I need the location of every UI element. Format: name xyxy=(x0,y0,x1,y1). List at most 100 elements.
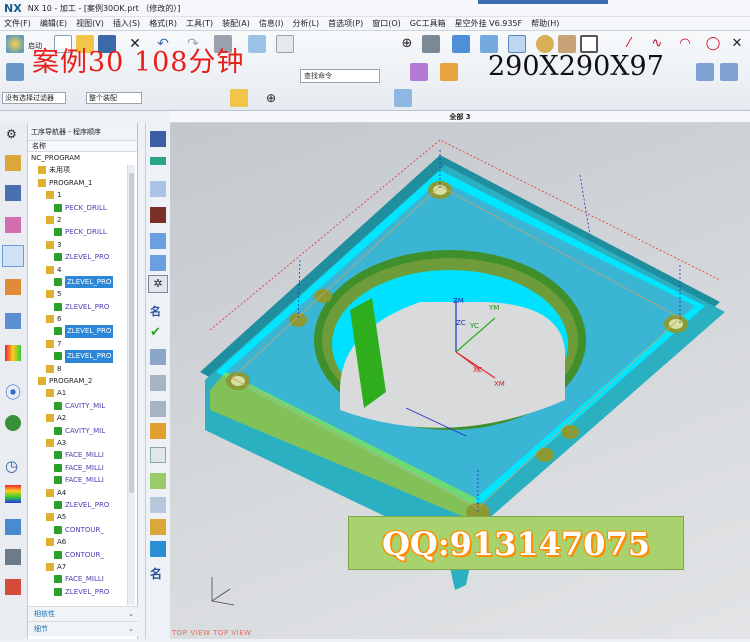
table-icon[interactable] xyxy=(150,473,166,489)
copy-icon[interactable] xyxy=(248,35,266,53)
menu-item[interactable]: GC工具箱 xyxy=(410,18,446,29)
block-icon[interactable] xyxy=(440,63,458,81)
tree-row[interactable]: 6 xyxy=(28,313,137,325)
tree-root[interactable]: NC_PROGRAM xyxy=(28,152,137,164)
verify-icon[interactable]: ✔ xyxy=(150,325,161,340)
surface-icon[interactable] xyxy=(696,63,714,81)
tree-row[interactable]: A2 xyxy=(28,412,137,424)
menu-item[interactable]: 信息(I) xyxy=(259,18,284,29)
menu-item[interactable]: 首选项(P) xyxy=(328,18,363,29)
create-program-icon[interactable] xyxy=(6,63,24,81)
shop-doc-icon[interactable] xyxy=(150,401,166,417)
view-cube-icon[interactable] xyxy=(452,35,470,53)
circle-icon[interactable]: ◯ xyxy=(704,35,722,53)
tree-row[interactable]: FACE_MILLI xyxy=(28,573,137,585)
dependency-tab[interactable]: 相依性 ⌄ xyxy=(28,606,138,621)
tree-row[interactable]: 4 xyxy=(28,264,137,276)
analysis-icon[interactable] xyxy=(5,485,21,503)
tree-row[interactable]: CAVITY_MIL xyxy=(28,425,137,437)
settings-icon[interactable]: ⚙ xyxy=(6,127,17,141)
tree-row[interactable]: 8 xyxy=(28,363,137,375)
tree-row[interactable]: CAVITY_MIL xyxy=(28,400,137,412)
menu-item[interactable]: 编辑(E) xyxy=(40,18,67,29)
create-geometry-icon[interactable] xyxy=(150,157,166,165)
assembly-scope-select[interactable]: 整个装配 xyxy=(86,92,142,104)
menu-item[interactable]: 视图(V) xyxy=(76,18,104,29)
start-icon[interactable] xyxy=(6,35,24,53)
arc-icon[interactable]: ◠ xyxy=(676,35,694,53)
history-icon[interactable] xyxy=(5,415,21,431)
robot-icon[interactable] xyxy=(5,549,21,565)
web-browser-icon[interactable]: ⦿ xyxy=(5,379,21,403)
details-tab[interactable]: 细节 ⌄ xyxy=(28,621,138,636)
tool-holder-icon[interactable] xyxy=(150,519,166,535)
create-method-icon[interactable] xyxy=(150,181,166,197)
rename-bold-icon[interactable]: 名 xyxy=(150,565,162,582)
create-operation-icon[interactable] xyxy=(150,207,166,223)
paste-icon[interactable] xyxy=(276,35,294,53)
menu-item[interactable]: 文件(F) xyxy=(4,18,31,29)
menu-item[interactable]: 窗口(O) xyxy=(372,18,401,29)
transform-icon[interactable] xyxy=(150,541,166,557)
assembly-navigator-icon[interactable] xyxy=(5,279,21,295)
navigator-scrollbar[interactable] xyxy=(127,165,135,605)
tree-row[interactable]: 7 xyxy=(28,338,137,350)
create-tool-icon[interactable] xyxy=(150,131,166,147)
menu-item[interactable]: 插入(S) xyxy=(113,18,140,29)
zoom-icon[interactable]: ⊕ xyxy=(398,35,416,53)
role-icon[interactable] xyxy=(5,579,21,595)
library-icon[interactable] xyxy=(5,345,21,361)
tree-row[interactable]: FACE_MILLI xyxy=(28,449,137,461)
snap-cube-icon[interactable] xyxy=(394,89,412,107)
point-icon[interactable]: ✕ xyxy=(728,35,746,53)
tree-row[interactable]: ZLEVEL_PRO xyxy=(28,251,137,263)
tree-row[interactable]: ZLEVEL_PRO xyxy=(28,350,137,363)
menu-item[interactable]: 帮助(H) xyxy=(531,18,559,29)
tree-row[interactable]: A3 xyxy=(28,437,137,449)
scroll-thumb[interactable] xyxy=(129,173,134,493)
list-icon[interactable] xyxy=(150,497,166,513)
tree-row[interactable]: PECK_DRILL xyxy=(28,202,137,214)
tree-row[interactable]: CONTOUR_ xyxy=(28,524,137,536)
machine-tool-icon[interactable] xyxy=(5,155,21,171)
tree-row[interactable]: A1 xyxy=(28,387,137,399)
selection-filter-select[interactable]: 没有选择过滤器 xyxy=(2,92,66,104)
feature-icon[interactable] xyxy=(410,63,428,81)
operation-navigator-icon[interactable] xyxy=(2,245,24,267)
tree-row[interactable]: ZLEVEL_PRO xyxy=(28,499,137,511)
snap-point-icon[interactable]: ⊕ xyxy=(262,89,280,107)
shell-icon[interactable] xyxy=(720,63,738,81)
output-cls-icon[interactable] xyxy=(150,423,166,439)
tree-row[interactable]: 2 xyxy=(28,214,137,226)
simulate-icon[interactable] xyxy=(150,349,166,365)
tree-row[interactable]: 3 xyxy=(28,239,137,251)
clock-icon[interactable]: ◷ xyxy=(5,457,18,475)
generate-path-icon[interactable] xyxy=(150,233,166,249)
tree-row[interactable]: ZLEVEL_PRO xyxy=(28,275,137,289)
menu-item[interactable]: 工具(T) xyxy=(186,18,213,29)
tree-row[interactable]: PROGRAM_2 xyxy=(28,375,137,387)
measure-icon[interactable] xyxy=(5,519,21,535)
part-navigator-icon[interactable] xyxy=(5,313,21,329)
menu-item[interactable]: 分析(L) xyxy=(292,18,319,29)
tree-row[interactable]: ZLEVEL_PRO xyxy=(28,301,137,313)
name-column-header[interactable]: 名称 xyxy=(28,141,137,152)
program-order-icon[interactable] xyxy=(5,185,21,201)
tree-row[interactable]: A6 xyxy=(28,536,137,548)
tree-row[interactable]: FACE_MILLI xyxy=(28,462,137,474)
tree-row[interactable]: 5 xyxy=(28,288,137,300)
tree-row[interactable]: A4 xyxy=(28,487,137,499)
menu-item[interactable]: 星空外挂 V6.935F xyxy=(455,18,523,29)
tree-row[interactable]: 1 xyxy=(28,189,137,201)
tree-row[interactable]: CONTOUR_ xyxy=(28,549,137,561)
feedrate-icon[interactable] xyxy=(150,447,166,463)
postprocess-icon[interactable] xyxy=(150,375,166,391)
tree-row[interactable]: 未用项 xyxy=(28,164,137,176)
geometry-icon[interactable] xyxy=(5,217,21,233)
filter-icon[interactable] xyxy=(230,89,248,107)
tree-row[interactable]: ZLEVEL_PRO xyxy=(28,586,137,598)
shaded-view-icon[interactable] xyxy=(422,35,440,53)
tree-row[interactable]: A5 xyxy=(28,511,137,523)
tree-row[interactable]: FACE_MILLI xyxy=(28,474,137,486)
menu-item[interactable]: 装配(A) xyxy=(222,18,250,29)
